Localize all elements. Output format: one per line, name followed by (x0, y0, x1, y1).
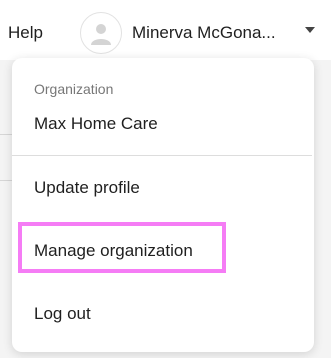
background-divider (0, 134, 12, 135)
user-menu-button[interactable]: Minerva McGona... (80, 11, 325, 55)
menu-divider (12, 155, 312, 156)
user-name: Minerva McGona... (132, 23, 276, 42)
avatar (80, 12, 122, 54)
user-dropdown-menu: Organization Max Home Care Update profil… (12, 58, 314, 352)
organization-name: Max Home Care (34, 114, 158, 133)
chevron-down-icon (305, 27, 315, 33)
menu-item-manage-organization[interactable]: Manage organization (34, 241, 193, 261)
menu-item-log-out[interactable]: Log out (34, 304, 91, 324)
help-link[interactable]: Help (8, 23, 43, 43)
organization-section-label: Organization (34, 81, 114, 97)
top-bar: Help Minerva McGona... (0, 0, 331, 60)
user-avatar-icon (91, 24, 111, 45)
menu-item-update-profile[interactable]: Update profile (34, 178, 140, 198)
background-divider (0, 180, 12, 181)
